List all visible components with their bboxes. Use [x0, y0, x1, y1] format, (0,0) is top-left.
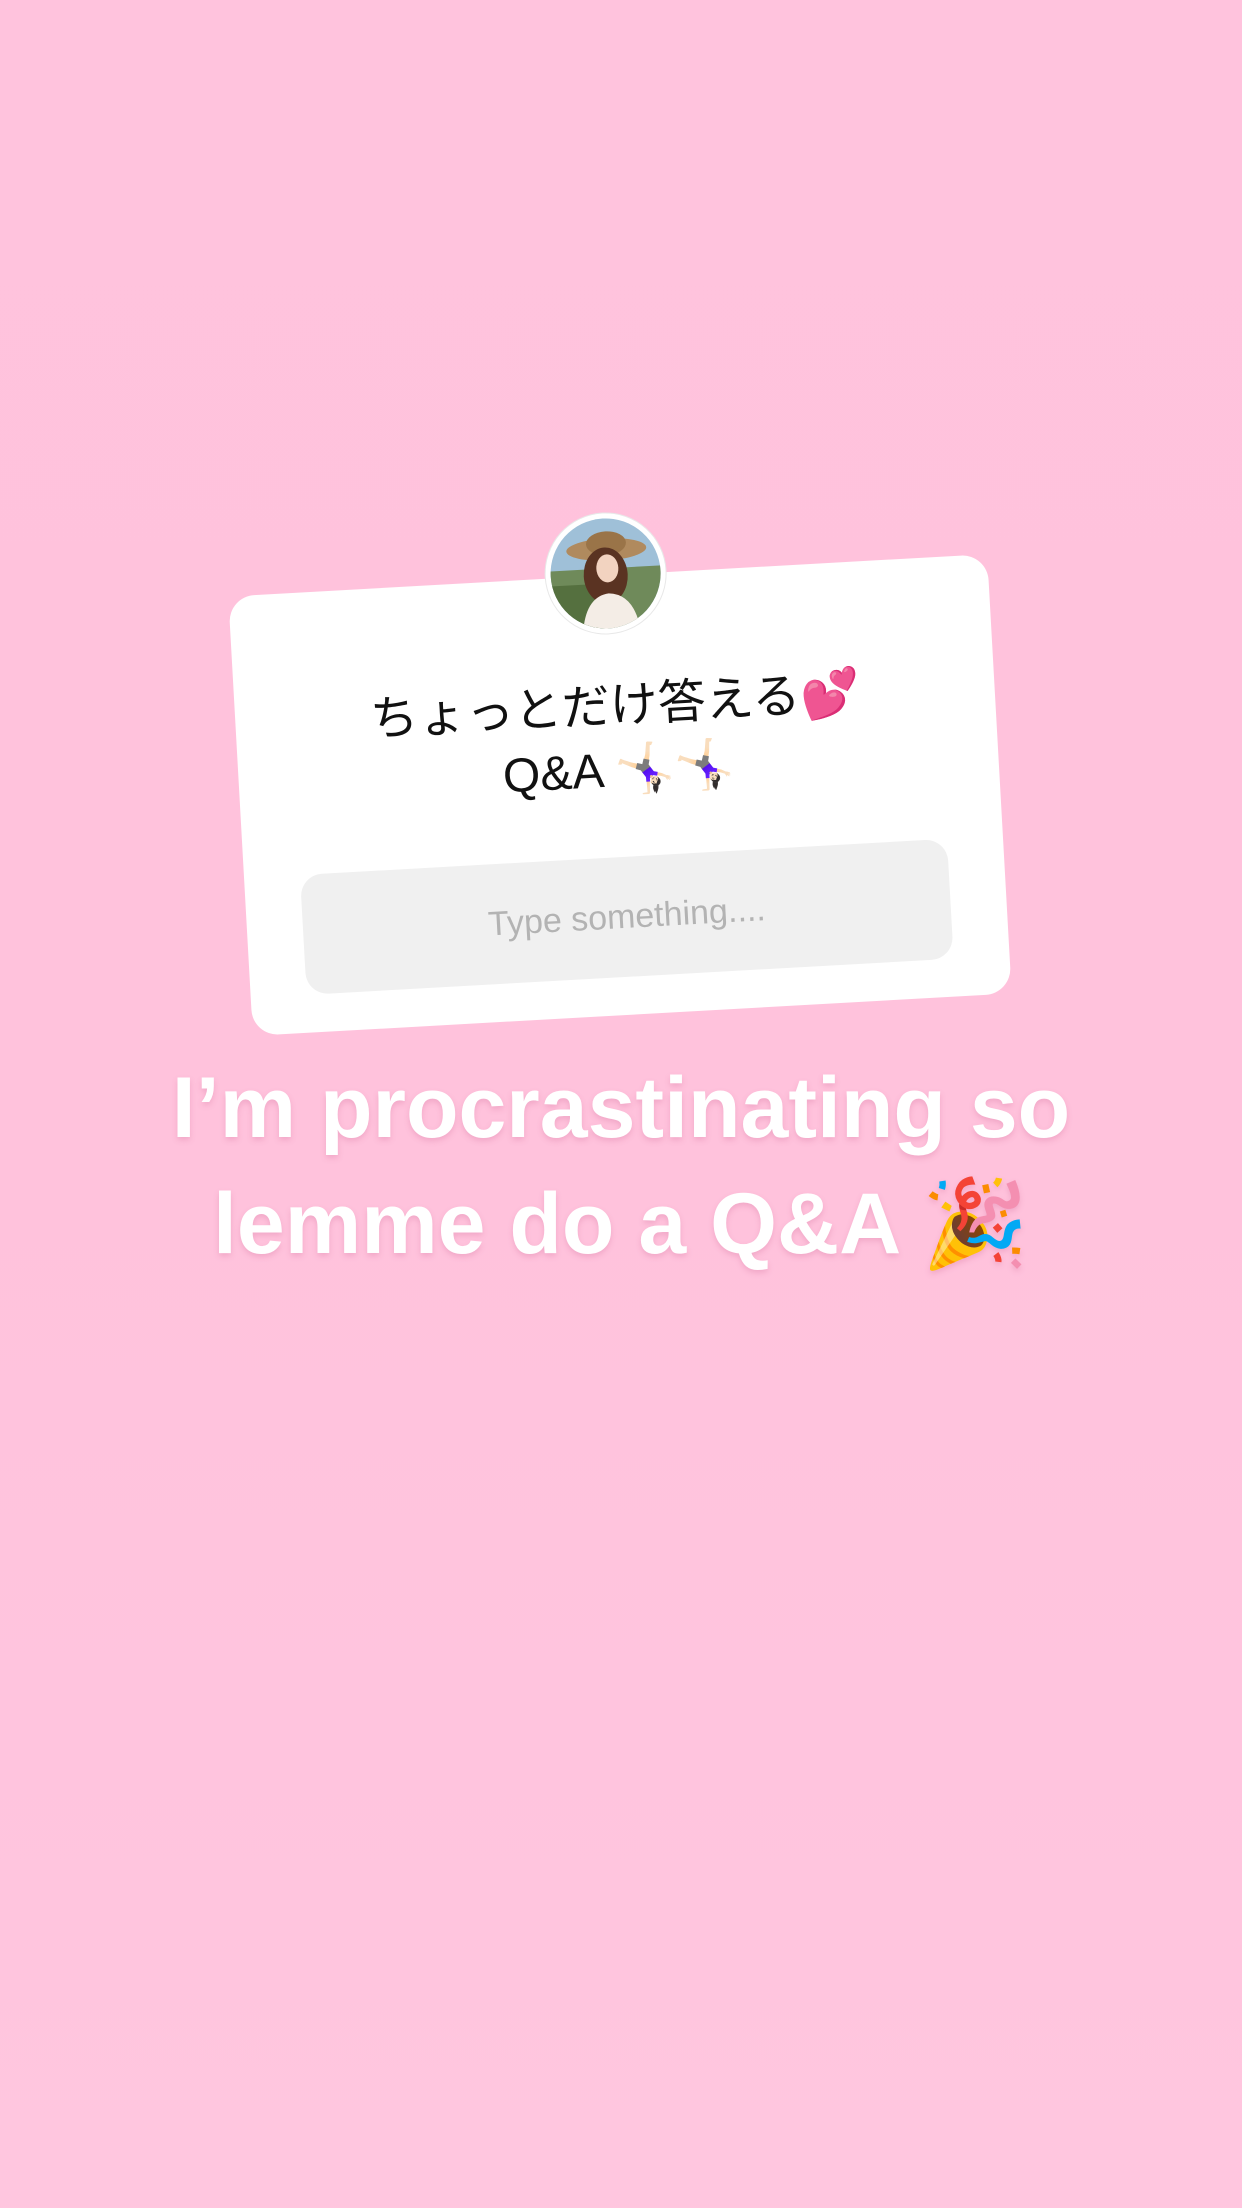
- story-canvas: ちょっとだけ答える💕 Q&A 🤸🏻‍♀️🤸🏻‍♀️ Type something…: [0, 0, 1242, 2208]
- caption-line-2: lemme do a Q&A 🎉: [213, 1176, 1029, 1272]
- questions-sticker[interactable]: ちょっとだけ答える💕 Q&A 🤸🏻‍♀️🤸🏻‍♀️ Type something…: [228, 510, 1012, 1036]
- caption-line-1: I’m procrastinating so: [171, 1060, 1071, 1156]
- story-caption: I’m procrastinating so lemme do a Q&A 🎉: [0, 1050, 1242, 1282]
